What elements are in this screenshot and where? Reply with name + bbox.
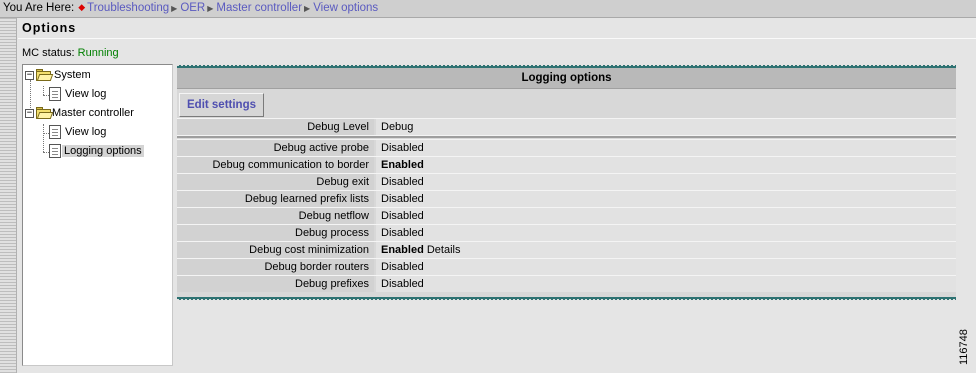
breadcrumb-oer[interactable]: OER bbox=[180, 2, 205, 14]
table-row: Debug prefixes Disabled bbox=[177, 275, 956, 292]
title-divider bbox=[18, 38, 976, 39]
row-label: Debug netflow bbox=[177, 208, 374, 224]
breadcrumb-arrow-icon: ▶ bbox=[207, 4, 214, 13]
breadcrumb: You Are Here: ◆ Troubleshooting ▶ OER ▶ Master… bbox=[0, 0, 976, 18]
row-value: Disabled bbox=[376, 208, 956, 224]
row-label: Debug communication to border routers bbox=[177, 157, 374, 188]
breadcrumb-prefix: You Are Here: bbox=[3, 2, 75, 14]
details-text: Details bbox=[426, 244, 461, 256]
mc-status-value: Running bbox=[77, 47, 119, 59]
row-label: Debug cost minimization bbox=[177, 242, 374, 258]
row-value: Debug bbox=[376, 119, 956, 135]
breadcrumb-master-controller[interactable]: Master controller bbox=[216, 2, 302, 14]
tree-connector bbox=[43, 86, 44, 95]
table-row: Debug cost minimization Enabled Details bbox=[177, 241, 956, 258]
breadcrumb-arrow-icon: ▶ bbox=[171, 4, 178, 13]
row-label: Debug exit bbox=[177, 174, 374, 190]
navigation-tree: − System View log − Master controller Vi… bbox=[22, 64, 173, 366]
table-row: Debug exit Disabled bbox=[177, 173, 956, 190]
row-value: Disabled bbox=[376, 174, 956, 190]
edit-settings-button[interactable]: Edit settings bbox=[179, 93, 265, 117]
breadcrumb-view-options[interactable]: View options bbox=[313, 2, 378, 14]
row-value: Enabled bbox=[376, 157, 956, 173]
figure-id: 116748 bbox=[958, 329, 970, 365]
table-row: Debug active probe Disabled bbox=[177, 139, 956, 156]
row-value: Disabled bbox=[376, 259, 956, 275]
logging-options-panel: Logging options Edit settings Debug Leve… bbox=[177, 65, 956, 300]
tree-item-logging-options[interactable]: Logging options bbox=[62, 143, 144, 159]
tree-connector bbox=[43, 124, 44, 152]
row-label: Debug prefixes bbox=[177, 276, 374, 292]
left-edge-stripe bbox=[0, 18, 17, 373]
row-value: Disabled bbox=[376, 140, 956, 156]
table-row: Debug netflow Disabled bbox=[177, 207, 956, 224]
row-label: Debug Level bbox=[177, 119, 374, 135]
row-label: Debug learned prefix lists bbox=[177, 191, 374, 207]
tree-item-system-view-log[interactable]: View log bbox=[63, 86, 108, 102]
row-label: Debug border routers bbox=[177, 259, 374, 275]
row-value: Disabled bbox=[376, 276, 956, 292]
debug-level-row: Debug Level Debug bbox=[177, 118, 956, 135]
tree-item-master-controller[interactable]: Master controller bbox=[50, 105, 136, 121]
breadcrumb-bullet-icon: ◆ bbox=[78, 2, 86, 12]
mc-status: MC status: Running bbox=[22, 47, 119, 59]
table-row: Debug process Disabled bbox=[177, 224, 956, 241]
tree-item-mc-view-log[interactable]: View log bbox=[63, 124, 108, 140]
breadcrumb-arrow-icon: ▶ bbox=[304, 4, 311, 13]
tree-item-system[interactable]: System bbox=[52, 67, 93, 83]
document-icon bbox=[49, 144, 61, 158]
collapse-icon[interactable]: − bbox=[25, 109, 34, 118]
row-value: Disabled bbox=[376, 191, 956, 207]
open-folder-icon bbox=[36, 69, 54, 81]
panel-toolbar: Edit settings bbox=[177, 89, 956, 118]
table-row: Debug communication to border routers En… bbox=[177, 156, 956, 188]
document-icon bbox=[49, 87, 61, 101]
document-icon bbox=[49, 125, 61, 139]
row-value: Enabled Details bbox=[376, 242, 956, 258]
row-label: Debug active probe bbox=[177, 140, 374, 156]
table-row: Debug border routers Disabled bbox=[177, 258, 956, 275]
row-label: Debug process bbox=[177, 225, 374, 241]
table-row: Debug learned prefix lists Disabled bbox=[177, 190, 956, 207]
section-divider bbox=[177, 135, 956, 138]
row-value: Disabled bbox=[376, 225, 956, 241]
mc-status-label: MC status: bbox=[22, 47, 75, 59]
collapse-icon[interactable]: − bbox=[25, 71, 34, 80]
panel-title: Logging options bbox=[177, 68, 956, 89]
breadcrumb-troubleshooting[interactable]: Troubleshooting bbox=[87, 2, 169, 14]
page-title: Options bbox=[22, 21, 77, 35]
